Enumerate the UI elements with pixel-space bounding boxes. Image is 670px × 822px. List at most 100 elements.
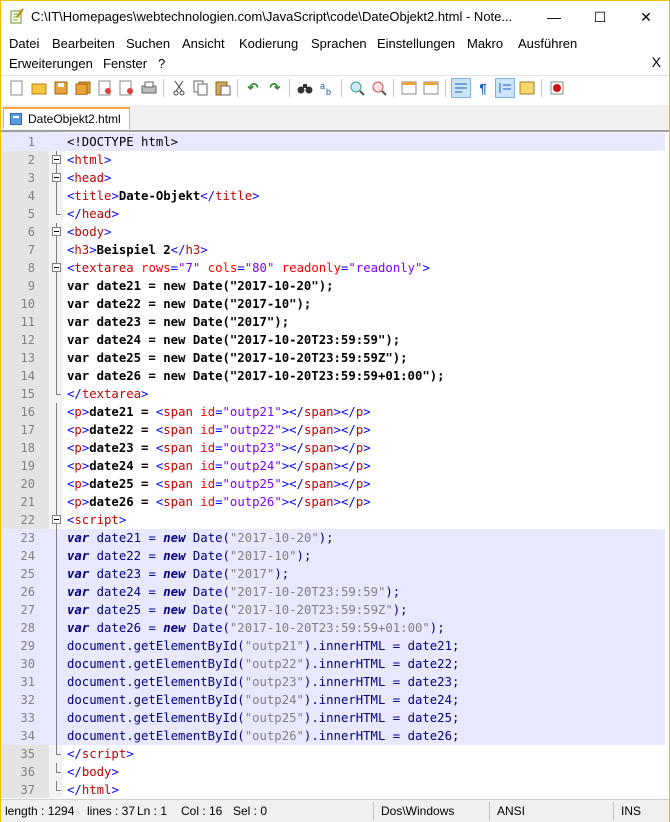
open-file-icon[interactable] [29,78,49,98]
save-all-icon[interactable] [73,78,93,98]
menu-help[interactable]: ? [158,56,165,71]
tab-dateobjekt2[interactable]: DateObjekt2.html [3,107,130,129]
code-line[interactable]: 24 var date22 = new Date("2017-10"); [1,547,665,565]
token-tag: </ [67,747,82,761]
code-line[interactable]: 35 </script> [1,745,665,763]
token-js: ).innerHTML = date24; [303,693,460,707]
code-line[interactable]: 33 document.getElementById("outp25").inne… [1,709,665,727]
code-line[interactable]: 16 <p>date21 = <span id="outp21"></span><… [1,403,665,421]
code-text: <textarea rows="7" cols="80" readonly="r… [67,259,430,277]
code-line[interactable]: 17 <p>date22 = <span id="outp22"></span><… [1,421,665,439]
code-line[interactable]: 30 document.getElementById("outp22").inne… [1,655,665,673]
paste-icon[interactable] [213,78,233,98]
menu-einstellungen[interactable]: Einstellungen [377,36,455,51]
code-line[interactable]: 28 var date26 = new Date("2017-10-20T23:5… [1,619,665,637]
code-line[interactable]: 37 </html> [1,781,665,799]
code-line[interactable]: 15 </textarea> [1,385,665,403]
code-line[interactable]: 27 var date25 = new Date("2017-10-20T23:5… [1,601,665,619]
svg-text:a: a [320,81,325,91]
code-line[interactable]: 9 var date21 = new Date("2017-10-20"); [1,277,665,295]
menu-datei[interactable]: Datei [9,36,39,51]
redo-icon[interactable]: ↷ [265,78,285,98]
token-tn: textarea [74,261,134,275]
save-icon[interactable] [51,78,71,98]
menu-ansicht[interactable]: Ansicht [182,36,225,51]
copy-icon[interactable] [191,78,211,98]
cut-icon[interactable] [169,78,189,98]
close-document-button[interactable]: X [652,54,661,70]
replace-icon[interactable]: ab [317,78,337,98]
menu-erweiterungen[interactable]: Erweiterungen [9,56,93,71]
code-line[interactable]: 26 var date24 = new Date("2017-10-20T23:5… [1,583,665,601]
menu-kodierung[interactable]: Kodierung [239,36,298,51]
code-line[interactable]: 36 </body> [1,763,665,781]
menu-suchen[interactable]: Suchen [126,36,170,51]
fold-toggle-icon[interactable] [52,155,61,164]
fold-toggle-icon[interactable] [52,263,61,272]
code-text: <body> [67,223,111,241]
code-line[interactable]: 3 <head> [1,169,665,187]
token-txt: date25 = [89,477,156,491]
code-line[interactable]: 22 <script> [1,511,665,529]
sync-horizontal-icon[interactable] [421,78,441,98]
token-js: ); [392,603,408,617]
token-tag: ></ [281,405,304,419]
code-line[interactable]: 31 document.getElementById("outp23").inne… [1,673,665,691]
code-line[interactable]: 29 document.getElementById("outp21").inne… [1,637,665,655]
code-line[interactable]: 11 var date23 = new Date("2017"); [1,313,665,331]
print-icon[interactable] [139,78,159,98]
code-line[interactable]: 7 <h3>Beispiel 2</h3> [1,241,665,259]
token-js: Date( [185,531,230,545]
token-tn: span [303,441,334,455]
show-all-chars-icon[interactable]: ¶ [473,78,493,98]
close-window-button[interactable]: ✕ [623,1,669,33]
undo-icon[interactable]: ↶ [243,78,263,98]
close-icon[interactable] [95,78,115,98]
fold-line [56,547,57,565]
code-line[interactable]: 1 <!DOCTYPE html> [1,133,665,151]
status-ln: Ln : 1 [137,804,168,818]
code-line[interactable]: 5 </head> [1,205,665,223]
menu-sprachen[interactable]: Sprachen [311,36,367,51]
token-val: "readonly" [348,261,423,275]
minimize-button[interactable]: — [531,1,577,33]
language-icon[interactable] [517,78,537,98]
code-line[interactable]: 2 <html> [1,151,665,169]
indent-guide-icon[interactable] [495,78,515,98]
code-line[interactable]: 25 var date23 = new Date("2017"); [1,565,665,583]
menu-makro[interactable]: Makro [467,36,503,51]
record-macro-icon[interactable] [547,78,567,98]
menu-bearbeiten[interactable]: Bearbeiten [52,36,115,51]
code-line[interactable]: 4 <title>Date-Objekt</title> [1,187,665,205]
code-text: </textarea> [67,385,148,403]
zoom-out-icon[interactable] [369,78,389,98]
code-line[interactable]: 21 <p>date26 = <span id="outp26"></span><… [1,493,665,511]
code-line[interactable]: 14 var date26 = new Date("2017-10-20T23:5… [1,367,665,385]
fold-end-marker [56,745,61,755]
close-all-icon[interactable] [117,78,137,98]
maximize-button[interactable]: ☐ [577,1,623,33]
code-line[interactable]: 13 var date25 = new Date("2017-10-20T23:5… [1,349,665,367]
new-file-icon[interactable] [7,78,27,98]
token-js: document.getElementById( [67,711,245,725]
menu-fenster[interactable]: Fenster [103,56,147,71]
menu-ausfuehren[interactable]: Ausführen [518,36,577,51]
code-line[interactable]: 18 <p>date23 = <span id="outp23"></span><… [1,439,665,457]
code-editor[interactable]: 1 <!DOCTYPE html> 2 <html> 3 <head> 4 <title>Da… [1,132,669,798]
code-line[interactable]: 6 <body> [1,223,665,241]
fold-toggle-icon[interactable] [52,515,61,524]
fold-toggle-icon[interactable] [52,173,61,182]
fold-toggle-icon[interactable] [52,227,61,236]
code-line[interactable]: 8 <textarea rows="7" cols="80" readonly="… [1,259,665,277]
code-line[interactable]: 23 var date21 = new Date("2017-10-20"); [1,529,665,547]
code-line[interactable]: 19 <p>date24 = <span id="outp24"></span><… [1,457,665,475]
code-line[interactable]: 32 document.getElementById("outp24").inne… [1,691,665,709]
zoom-in-icon[interactable] [347,78,367,98]
code-line[interactable]: 10 var date22 = new Date("2017-10"); [1,295,665,313]
code-line[interactable]: 34 document.getElementById("outp26").inne… [1,727,665,745]
sync-vertical-icon[interactable] [399,78,419,98]
word-wrap-icon[interactable] [451,78,471,98]
code-line[interactable]: 12 var date24 = new Date("2017-10-20T23:5… [1,331,665,349]
find-icon[interactable] [295,78,315,98]
code-line[interactable]: 20 <p>date25 = <span id="outp25"></span><… [1,475,665,493]
